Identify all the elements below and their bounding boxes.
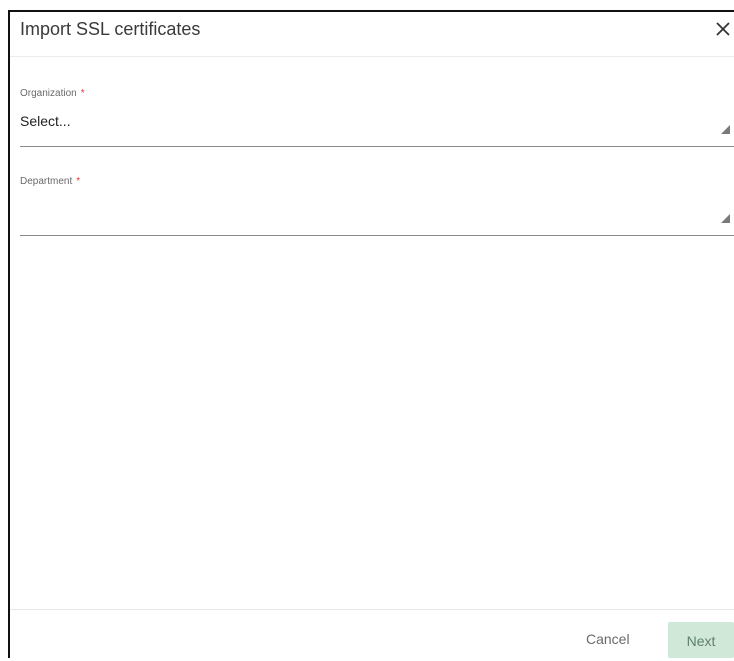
close-icon	[716, 22, 730, 36]
dialog-header: Import SSL certificates	[10, 12, 734, 57]
department-required-mark: *	[76, 176, 81, 187]
cancel-button[interactable]: Cancel	[578, 623, 638, 655]
organization-label-text: Organization	[20, 88, 77, 99]
department-select[interactable]: Department *	[20, 172, 734, 236]
organization-required-mark: *	[80, 88, 85, 99]
next-button[interactable]: Next	[668, 622, 734, 658]
dialog-title: Import SSL certificates	[20, 19, 201, 39]
department-label: Department *	[20, 176, 80, 187]
organization-dropdown-icon	[721, 125, 730, 134]
department-label-text: Department	[20, 176, 73, 187]
import-ssl-dialog: Import SSL certificates Organization * Se…	[8, 10, 734, 658]
department-dropdown-icon	[721, 214, 730, 223]
organization-value: Select...	[20, 113, 71, 129]
close-button[interactable]	[712, 16, 734, 40]
organization-select[interactable]: Organization * Select...	[20, 84, 734, 147]
dialog-footer: Cancel Next	[10, 609, 734, 661]
organization-label: Organization *	[20, 88, 85, 99]
